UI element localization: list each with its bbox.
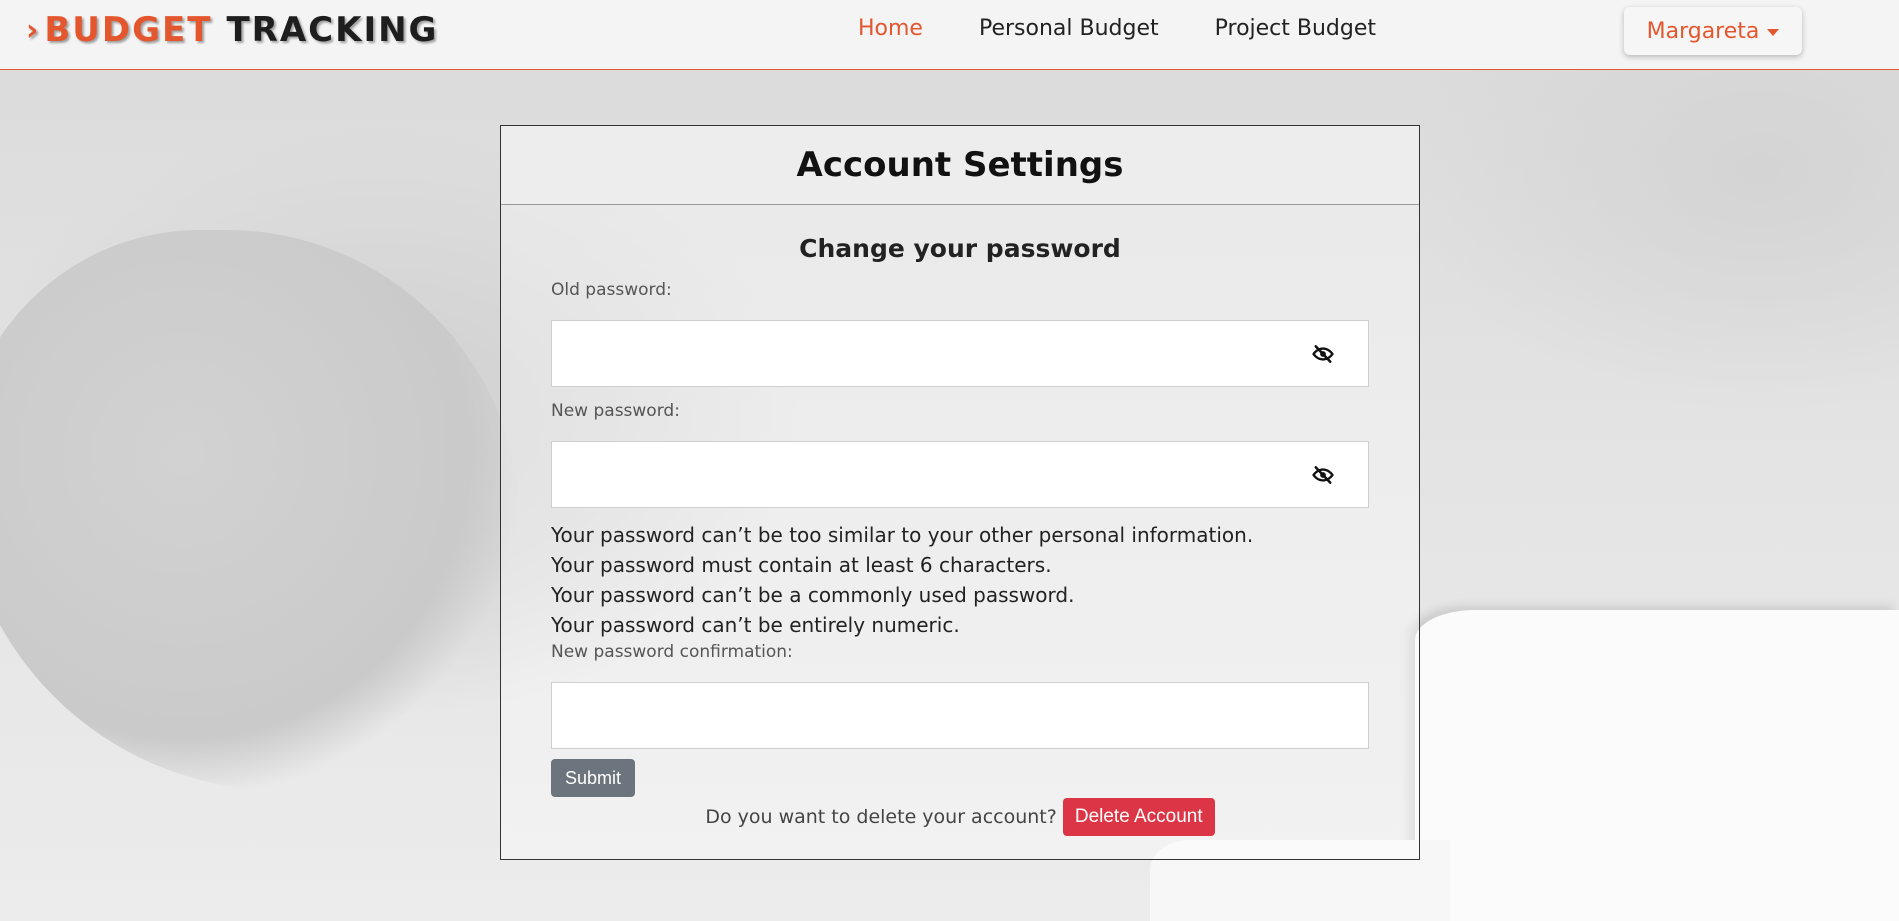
new-password-field-wrapper bbox=[551, 441, 1369, 508]
card-body: Change your password Old password: New p… bbox=[501, 234, 1419, 837]
account-settings-card: Account Settings Change your password Ol… bbox=[500, 125, 1420, 860]
confirm-password-field-wrapper bbox=[551, 682, 1369, 749]
new-password-input[interactable] bbox=[552, 442, 1368, 507]
user-name: Margareta bbox=[1646, 18, 1760, 44]
password-help-item: Your password must contain at least 6 ch… bbox=[551, 553, 1052, 577]
nav-link-project-budget[interactable]: Project Budget bbox=[1215, 16, 1376, 41]
old-password-label: Old password: bbox=[551, 280, 672, 300]
section-title: Change your password bbox=[799, 234, 1121, 263]
delete-account-button[interactable]: Delete Account bbox=[1062, 798, 1215, 836]
card-header: Account Settings bbox=[501, 126, 1419, 205]
password-help-item: Your password can’t be too similar to yo… bbox=[551, 523, 1254, 547]
brand-word-budget: BUDGET bbox=[44, 10, 213, 50]
confirm-password-input[interactable] bbox=[552, 683, 1368, 748]
eye-slash-icon[interactable] bbox=[1312, 345, 1334, 363]
brand-logo[interactable]: › BUDGET TRACKING bbox=[26, 10, 438, 50]
confirm-password-label: New password confirmation: bbox=[551, 642, 793, 662]
nav-links: Home Personal Budget Project Budget bbox=[858, 16, 1432, 41]
old-password-field-wrapper bbox=[551, 320, 1369, 387]
page-title: Account Settings bbox=[796, 145, 1124, 185]
old-password-input[interactable] bbox=[552, 321, 1368, 386]
new-password-label: New password: bbox=[551, 401, 680, 421]
nav-link-home[interactable]: Home bbox=[858, 16, 923, 41]
delete-account-question: Do you want to delete your account? bbox=[705, 806, 1057, 828]
caret-down-icon bbox=[1767, 28, 1780, 36]
user-menu-button[interactable]: Margareta bbox=[1624, 7, 1802, 55]
nav-link-personal-budget[interactable]: Personal Budget bbox=[979, 16, 1159, 41]
submit-button[interactable]: Submit bbox=[551, 759, 635, 797]
eye-slash-icon[interactable] bbox=[1312, 466, 1334, 484]
password-help-item: Your password can’t be entirely numeric. bbox=[551, 613, 960, 637]
chevron-right-icon: › bbox=[26, 12, 41, 48]
brand-word-tracking: TRACKING bbox=[226, 10, 439, 50]
password-help-list: Your password can’t be too similar to yo… bbox=[551, 520, 1369, 640]
map-landmass-right bbox=[1415, 610, 1899, 921]
navbar: › BUDGET TRACKING Home Personal Budget P… bbox=[0, 0, 1899, 70]
delete-account-row: Do you want to delete your account? Dele… bbox=[551, 797, 1369, 837]
password-help-item: Your password can’t be a commonly used p… bbox=[551, 583, 1075, 607]
